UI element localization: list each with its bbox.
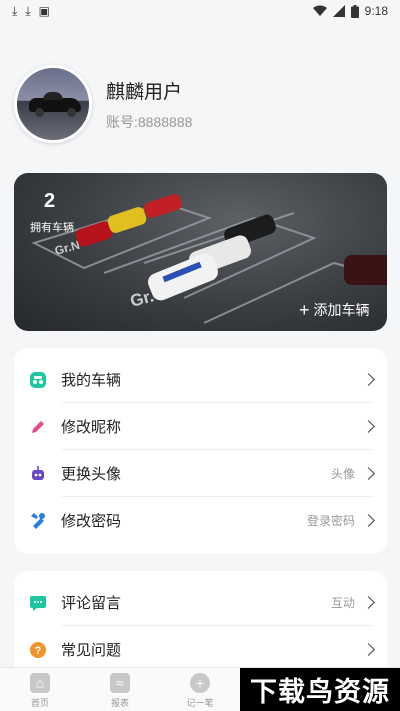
menu-card-account: 我的车辆 修改昵称 更换头像 头像 修改密码 登录密码 [14,348,387,554]
vehicle-count: 2 [44,190,56,212]
robot-icon [28,464,48,484]
status-right: 9:18 [312,4,388,18]
chevron-right-icon [362,373,375,386]
vehicle-count-label: 拥有车辆 [30,222,74,234]
menu-card-support: 评论留言 互动 ? 常见问题 [14,571,387,681]
menu-item-change-password[interactable]: 修改密码 登录密码 [14,497,387,544]
profile-section: 麒麟用户 账号:8888888 [14,64,192,144]
download-icon: ⤓ [25,3,31,18]
toy-car-red-2 [144,194,182,218]
floor-label-grn: Gr.N [53,238,81,258]
toy-car-dark-right [344,255,387,285]
menu-item-comments[interactable]: 评论留言 互动 [14,579,387,626]
avatar-wheel [35,108,44,117]
menu-hint: 头像 [330,467,355,481]
account-number: 账号:8888888 [106,113,193,130]
nav-label: 记一笔 [186,698,214,708]
chevron-right-icon [362,420,375,433]
battery-icon [350,4,359,18]
add-vehicle-button[interactable]: + 添加车辆 [299,300,370,320]
nav-item-home[interactable]: ⌂ 首页 [15,673,65,709]
menu-hint: 登录密码 [306,514,355,528]
toy-car-yellow [107,207,147,233]
chevron-right-icon [362,596,375,609]
chevron-right-icon [362,514,375,527]
menu-label: 修改昵称 [61,419,122,436]
nav-item-report[interactable]: ≈ 报表 [95,673,145,709]
status-time: 9:18 [364,4,388,18]
status-bar: ⤓ ⤓ ▣ 9:18 [0,0,400,22]
avatar-wheel [67,108,76,117]
menu-label: 我的车辆 [61,372,122,389]
wrench-icon [28,511,48,531]
svg-text:?: ? [35,645,42,657]
profile-text: 麒麟用户 账号:8888888 [106,77,192,132]
add-record-icon: + [190,673,210,693]
menu-label: 修改密码 [61,513,122,530]
menu-item-my-vehicles[interactable]: 我的车辆 [14,356,387,403]
wifi-icon [312,5,327,16]
menu-hint: 互动 [330,596,355,610]
plus-icon: + [299,300,310,320]
pencil-icon [28,417,48,437]
menu-label: 常见问题 [61,642,122,659]
menu-item-faq[interactable]: ? 常见问题 [14,626,387,673]
avatar[interactable] [14,65,92,143]
watermark: 下载鸟资源 [240,668,400,711]
status-left: ⤓ ⤓ ▣ [12,4,50,19]
report-icon: ≈ [110,673,130,693]
add-vehicle-label: 添加车辆 [313,302,370,318]
chevron-right-icon [362,643,375,656]
username: 麒麟用户 [106,81,183,103]
download-icon: ⤓ [12,3,18,18]
menu-label: 评论留言 [61,595,122,612]
chevron-right-icon [362,467,375,480]
car-icon [28,370,48,390]
menu-item-edit-nickname[interactable]: 修改昵称 [14,403,387,450]
menu-label: 更换头像 [61,466,122,483]
nav-label: 首页 [30,698,49,708]
home-icon: ⌂ [30,673,50,693]
menu-item-change-avatar[interactable]: 更换头像 头像 [14,450,387,497]
comment-icon [28,593,48,613]
nav-item-add-record[interactable]: + 记一笔 [175,673,225,709]
nav-label: 报表 [110,698,129,708]
question-icon: ? [28,640,48,660]
signal-icon [332,5,345,17]
app-notification-icon: ▣ [38,4,50,18]
